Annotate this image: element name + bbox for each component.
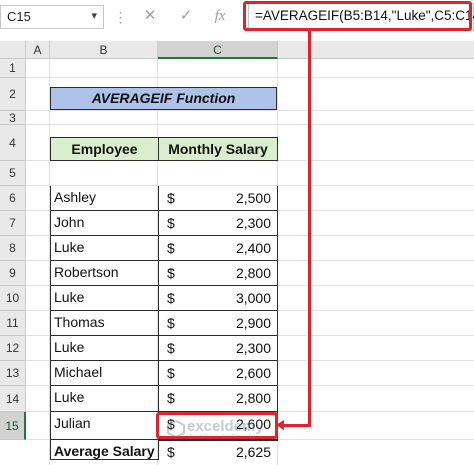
row-header[interactable]: 6 (0, 186, 26, 211)
salary-cell[interactable]: $3,000 (158, 286, 278, 311)
employee-cell[interactable]: John (50, 211, 159, 236)
salary-header[interactable]: Monthly Salary (158, 137, 278, 161)
salary-cell[interactable]: $2,800 (158, 386, 278, 412)
row-header[interactable]: 4 (0, 125, 26, 161)
salary-amount: 2,800 (235, 390, 271, 406)
sheet-title[interactable]: AVERAGEIF Function (50, 87, 277, 110)
row-header[interactable]: 8 (0, 236, 26, 261)
column-header-a[interactable]: A (26, 41, 50, 59)
salary-amount: 3,000 (235, 290, 271, 306)
currency-symbol: $ (167, 265, 175, 281)
currency-symbol: $ (167, 240, 175, 256)
row-header[interactable]: 2 (0, 78, 26, 111)
grid-row-line (26, 77, 474, 78)
employee-cell[interactable]: Ashley (50, 186, 159, 211)
salary-amount: 2,800 (235, 265, 271, 281)
cancel-glyph: ✕ (143, 7, 157, 24)
employee-cell[interactable]: Luke (50, 286, 159, 311)
drag-handle-icon[interactable]: ⋮ (112, 8, 128, 26)
fx-label: fx (214, 8, 226, 24)
employee-cell[interactable]: Luke (50, 236, 159, 261)
row-header[interactable]: 14 (0, 386, 26, 412)
name-box-value: C15 (7, 9, 31, 24)
salary-cell[interactable]: $2,900 (158, 311, 278, 336)
employee-cell[interactable]: Robertson (50, 261, 159, 286)
select-all-corner[interactable] (0, 41, 26, 59)
watermark-logo: exceldemy EXCEL · DATA · BI (165, 418, 315, 448)
result-label-cell[interactable]: Average Salary (50, 440, 159, 460)
currency-symbol: $ (167, 290, 175, 306)
row-header[interactable]: 10 (0, 286, 26, 311)
column-header-b[interactable]: B (50, 41, 158, 59)
salary-amount: 2,300 (235, 340, 271, 356)
row-header[interactable]: 13 (0, 361, 26, 386)
exceldemy-logo-icon (167, 420, 185, 438)
row-header[interactable]: 15 (0, 412, 26, 440)
enter-icon[interactable]: ✓ (174, 6, 198, 26)
employee-cell[interactable]: Michael (50, 361, 159, 386)
employee-cell[interactable]: Luke (50, 386, 159, 412)
name-box[interactable]: C15 ▾ (0, 5, 104, 29)
employee-cell[interactable]: Thomas (50, 311, 159, 336)
salary-cell[interactable]: $2,300 (158, 211, 278, 236)
salary-cell[interactable]: $2,500 (158, 186, 278, 211)
currency-symbol: $ (167, 315, 175, 331)
watermark-tagline: EXCEL · DATA · BI (189, 435, 257, 441)
salary-amount: 2,900 (235, 315, 271, 331)
salary-cell[interactable]: $2,300 (158, 336, 278, 361)
grid-row-line (26, 110, 474, 111)
currency-symbol: $ (167, 215, 175, 231)
salary-cell[interactable]: $2,400 (158, 236, 278, 261)
currency-symbol: $ (167, 340, 175, 356)
salary-amount: 2,400 (235, 240, 271, 256)
salary-amount: 2,600 (235, 365, 271, 381)
row-header[interactable]: 11 (0, 311, 26, 336)
employee-cell[interactable]: Julian (50, 412, 159, 440)
row-header[interactable]: 5 (0, 161, 26, 186)
currency-symbol: $ (167, 365, 175, 381)
salary-cell[interactable]: $2,800 (158, 261, 278, 286)
employee-cell[interactable]: Luke (50, 336, 159, 361)
row-header[interactable]: 3 (0, 111, 26, 125)
row-header[interactable]: 12 (0, 336, 26, 361)
salary-amount: 2,300 (235, 215, 271, 231)
currency-symbol: $ (167, 190, 175, 206)
arrow-line-vertical (308, 31, 311, 427)
salary-cell[interactable]: $2,600 (158, 361, 278, 386)
insert-function-icon[interactable]: fx (208, 6, 232, 26)
formula-highlight-box (243, 1, 472, 31)
salary-amount: 2,500 (235, 190, 271, 206)
chevron-down-icon[interactable]: ▾ (91, 9, 97, 22)
column-header-c[interactable]: C (158, 41, 278, 59)
cancel-icon[interactable]: ✕ (138, 6, 162, 26)
row-header[interactable]: 9 (0, 261, 26, 286)
enter-glyph: ✓ (179, 7, 193, 24)
row-header[interactable]: 7 (0, 211, 26, 236)
grid-row-line (26, 124, 474, 125)
employee-header[interactable]: Employee (50, 137, 159, 161)
watermark-name: exceldemy (187, 418, 264, 435)
currency-symbol: $ (167, 390, 175, 406)
row-header[interactable]: 1 (0, 59, 26, 78)
